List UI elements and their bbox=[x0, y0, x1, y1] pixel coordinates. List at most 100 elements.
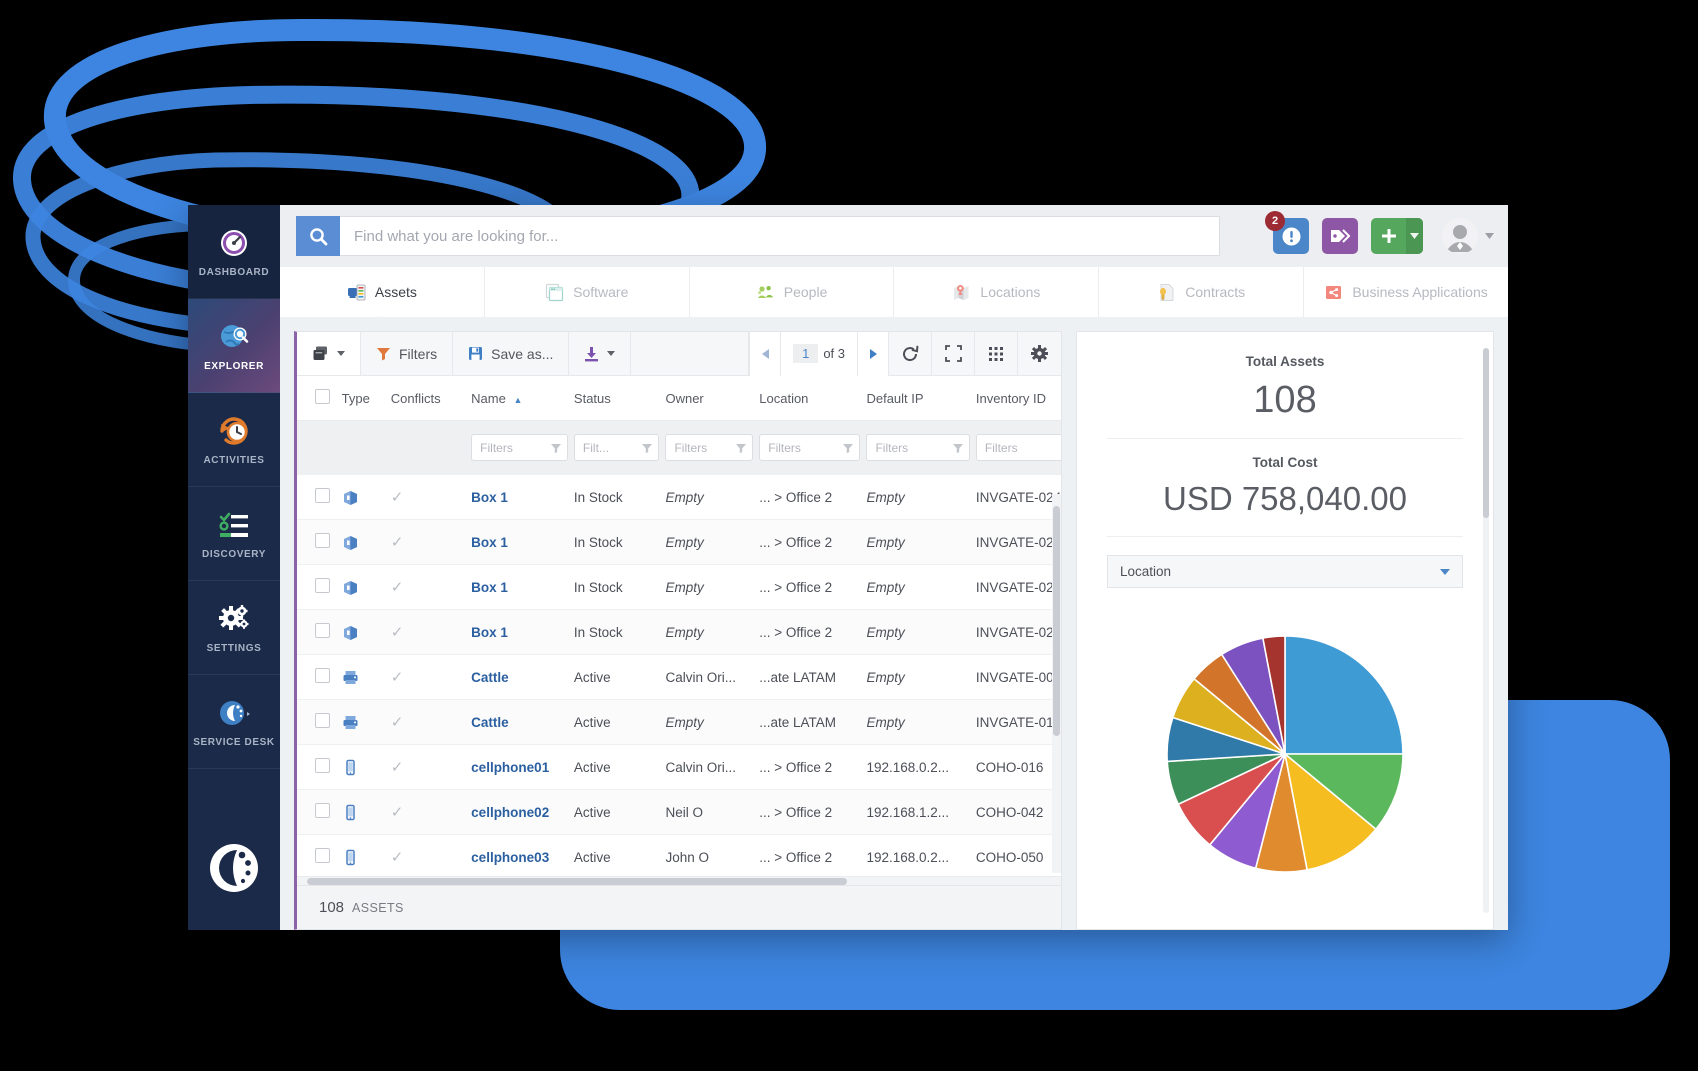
table-row[interactable]: ✓ Box 1 In Stock Empty... > Office 2 Empty IN… bbox=[297, 564, 1061, 610]
table-row[interactable]: ✓ Box 1 In Stock Empty... > Office 2 Empty IN… bbox=[297, 474, 1061, 520]
filter-input-inventory[interactable]: Filters bbox=[975, 434, 1061, 461]
filter-input-status[interactable]: Filt... bbox=[573, 434, 660, 461]
asset-name-link[interactable]: Box 1 bbox=[471, 625, 508, 640]
save-as-button[interactable]: Save as... bbox=[453, 332, 570, 375]
current-page[interactable]: 1 bbox=[793, 344, 819, 363]
page-indicator[interactable]: 1 of 3 bbox=[781, 331, 857, 376]
col-location[interactable]: Location bbox=[759, 376, 867, 421]
sidebar-item-discovery[interactable]: DISCOVERY bbox=[188, 487, 280, 581]
create-button[interactable] bbox=[1371, 218, 1423, 254]
save-as-label: Save as... bbox=[491, 345, 554, 362]
fullscreen-button[interactable] bbox=[932, 332, 975, 375]
filter-input-name[interactable]: Filters bbox=[471, 434, 568, 461]
search-button[interactable] bbox=[296, 216, 340, 256]
grid-vertical-scrollbar-thumb[interactable] bbox=[1053, 506, 1060, 736]
col-name[interactable]: Name ▲ bbox=[471, 376, 574, 421]
asset-name-link[interactable]: Box 1 bbox=[471, 490, 508, 505]
col-inventory-id[interactable]: Inventory ID bbox=[975, 376, 1061, 421]
grid-horizontal-scrollbar-track[interactable] bbox=[297, 876, 1061, 885]
panel-scrollbar-thumb[interactable] bbox=[1483, 348, 1489, 518]
row-name-cell[interactable]: cellphone01 bbox=[471, 744, 574, 790]
row-checkbox[interactable] bbox=[315, 488, 330, 503]
grid-horizontal-scrollbar-thumb[interactable] bbox=[307, 878, 847, 885]
search-input[interactable] bbox=[340, 216, 1220, 256]
table-row[interactable]: ✓ cellphone03 Active John O... > Office 2 19… bbox=[297, 834, 1061, 880]
tab-assets[interactable]: Assets bbox=[280, 267, 485, 326]
filter-placeholder: Filters bbox=[875, 440, 909, 455]
alert-icon bbox=[1282, 227, 1300, 245]
row-type-cell bbox=[341, 834, 391, 880]
tab-software[interactable]: Software bbox=[485, 267, 690, 317]
prev-page-button[interactable] bbox=[749, 331, 782, 376]
row-name-cell[interactable]: Box 1 bbox=[471, 519, 574, 565]
sidebar-item-activities[interactable]: ACTIVITIES bbox=[188, 393, 280, 487]
row-name-cell[interactable]: Box 1 bbox=[471, 564, 574, 610]
table-row[interactable]: ✓ Cattle Active Calvin Ori... ...ate LATAM Em… bbox=[297, 654, 1061, 700]
asset-name-link[interactable]: Cattle bbox=[471, 715, 509, 730]
row-select-cell bbox=[297, 744, 342, 790]
grid-scroll-region[interactable]: Type Conflicts Name ▲ Status Owner Locat… bbox=[297, 376, 1061, 885]
col-status[interactable]: Status bbox=[573, 376, 666, 421]
row-checkbox[interactable] bbox=[315, 668, 330, 683]
next-page-button[interactable] bbox=[857, 331, 889, 376]
row-checkbox[interactable] bbox=[315, 758, 330, 773]
assets-by-location-chart[interactable] bbox=[1107, 588, 1463, 929]
row-checkbox[interactable] bbox=[315, 848, 330, 863]
row-checkbox[interactable] bbox=[315, 713, 330, 728]
refresh-button[interactable] bbox=[889, 332, 932, 375]
row-checkbox[interactable] bbox=[315, 803, 330, 818]
row-name-cell[interactable]: cellphone02 bbox=[471, 789, 574, 835]
create-dropdown-caret[interactable] bbox=[1406, 218, 1423, 254]
group-by-select[interactable]: Location bbox=[1107, 555, 1463, 588]
table-row[interactable]: ✓ cellphone01 Active Calvin Ori...... > Off… bbox=[297, 744, 1061, 790]
filters-button[interactable]: Filters bbox=[361, 332, 454, 375]
tab-people[interactable]: People bbox=[690, 267, 895, 317]
asset-name-link[interactable]: Cattle bbox=[471, 670, 509, 685]
export-button[interactable] bbox=[569, 332, 632, 375]
row-name-cell[interactable]: cellphone03 bbox=[471, 834, 574, 880]
row-name-cell[interactable]: Cattle bbox=[471, 699, 574, 745]
filter-placeholder: Filters bbox=[984, 440, 1018, 455]
row-select-cell bbox=[297, 564, 342, 610]
col-conflicts[interactable]: Conflicts bbox=[390, 376, 472, 421]
tab-locations[interactable]: Locations bbox=[894, 267, 1100, 317]
views-button[interactable] bbox=[297, 332, 361, 375]
col-owner[interactable]: Owner bbox=[665, 376, 760, 421]
sidebar-item-service-desk[interactable]: SERVICE DESK bbox=[188, 675, 280, 769]
chevron-left-icon bbox=[761, 348, 769, 359]
row-checkbox[interactable] bbox=[315, 623, 330, 638]
asset-name-link[interactable]: Box 1 bbox=[471, 535, 508, 550]
row-name-cell[interactable]: Box 1 bbox=[471, 609, 574, 655]
row-name-cell[interactable]: Box 1 bbox=[471, 474, 574, 520]
copy-views-icon bbox=[313, 346, 327, 360]
row-checkbox[interactable] bbox=[315, 578, 330, 593]
select-all-checkbox[interactable] bbox=[315, 389, 330, 404]
col-type[interactable]: Type bbox=[341, 376, 391, 421]
tab-business-applications[interactable]: Business Applications bbox=[1304, 267, 1508, 317]
asset-name-link[interactable]: cellphone03 bbox=[471, 850, 549, 865]
asset-name-link[interactable]: Box 1 bbox=[471, 580, 508, 595]
asset-name-link[interactable]: cellphone02 bbox=[471, 805, 549, 820]
col-default-ip[interactable]: Default IP bbox=[866, 376, 976, 421]
user-menu[interactable] bbox=[1442, 218, 1494, 254]
row-checkbox[interactable] bbox=[315, 533, 330, 548]
sidebar-item-dashboard[interactable]: DASHBOARD bbox=[188, 205, 280, 299]
grid-settings-button[interactable] bbox=[1018, 332, 1061, 375]
filter-input-owner[interactable]: Filters bbox=[665, 434, 754, 461]
row-name-cell[interactable]: Cattle bbox=[471, 654, 574, 700]
table-row[interactable]: ✓ Cattle Active Empty ...ate LATAM Empty INVGA… bbox=[297, 699, 1061, 745]
alerts-button[interactable]: 2 bbox=[1265, 211, 1309, 254]
header-actions: 2 bbox=[1265, 211, 1494, 254]
table-row[interactable]: ✓ Box 1 In Stock Empty... > Office 2 Empty IN… bbox=[297, 609, 1061, 655]
sidebar-item-settings[interactable]: SETTINGS bbox=[188, 581, 280, 675]
table-row[interactable]: ✓ Box 1 In Stock Empty... > Office 2 Empty IN… bbox=[297, 519, 1061, 565]
sidebar-item-explorer[interactable]: EXPLORER bbox=[188, 299, 280, 393]
columns-button[interactable] bbox=[975, 332, 1018, 375]
filter-input-ip[interactable]: Filters bbox=[866, 434, 970, 461]
filter-input-location[interactable]: Filters bbox=[759, 434, 861, 461]
tags-button[interactable] bbox=[1322, 218, 1358, 254]
tab-contracts[interactable]: Contracts bbox=[1099, 267, 1305, 317]
table-row[interactable]: ✓ cellphone02 Active Neil O... > Office 2 19… bbox=[297, 789, 1061, 835]
pie-slice[interactable] bbox=[1284, 634, 1404, 755]
asset-name-link[interactable]: cellphone01 bbox=[471, 760, 549, 775]
